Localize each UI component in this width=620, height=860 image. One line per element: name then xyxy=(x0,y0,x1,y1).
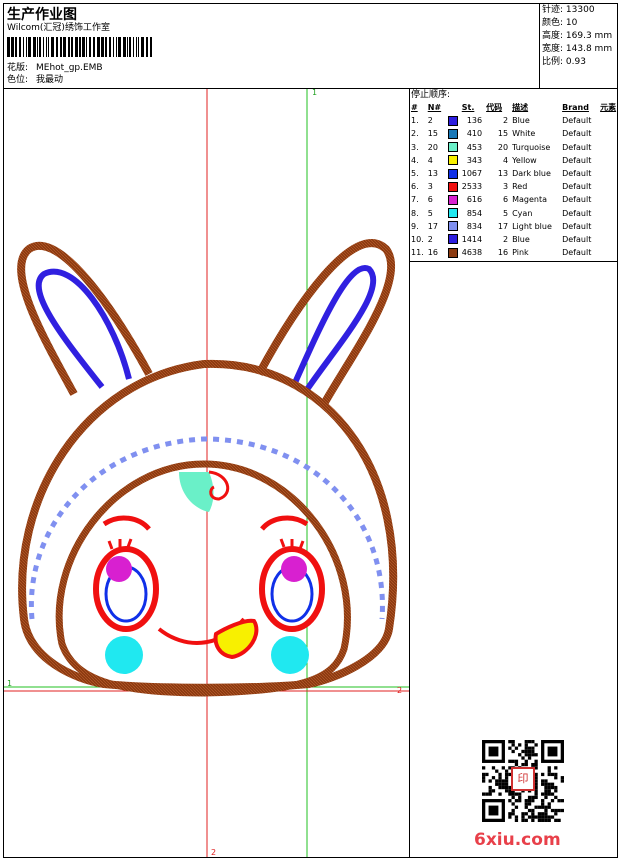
color-swatch xyxy=(447,234,458,245)
forehead-mark xyxy=(179,472,214,512)
table-row: 4. 4 343 4 Yellow Default xyxy=(411,155,592,166)
color-swatch xyxy=(447,247,458,258)
design-file-label: 花版: xyxy=(7,63,29,73)
color-swatch xyxy=(447,128,458,139)
left-cheek xyxy=(105,636,143,674)
right-ear-inner xyxy=(291,265,377,396)
left-eye-pupil xyxy=(106,556,132,582)
qr-seal: 印 xyxy=(511,767,535,791)
table-row: 11. 16 4638 16 Pink Default xyxy=(411,247,592,258)
stat-colors: 颜色: 10 xyxy=(542,18,578,28)
color-swatch xyxy=(447,194,458,205)
table-row: 6. 3 2533 3 Red Default xyxy=(411,181,592,192)
table-row: 9. 17 834 17 Light blue Default xyxy=(411,221,592,232)
software-name: Wilcom(汇冠)绣饰工作室 xyxy=(7,23,110,33)
right-cheek xyxy=(271,636,309,674)
right-eye-pupil xyxy=(281,556,307,582)
barcode xyxy=(7,37,152,57)
page-title: 生产作业图 xyxy=(7,7,77,23)
watermark-6xiu[interactable]: 6xiu.com xyxy=(474,830,561,850)
color-swatch xyxy=(447,115,458,126)
table-row: 7. 6 616 6 Magenta Default xyxy=(411,194,592,205)
color-position-value: 我最动 xyxy=(36,75,64,85)
color-swatch xyxy=(447,221,458,232)
right-eyebrow xyxy=(260,515,309,531)
stat-scale: 比例: 0.93 xyxy=(542,57,586,67)
table-row: 1. 2 136 2 Blue Default xyxy=(411,115,592,126)
color-swatch xyxy=(447,168,458,179)
table-row: 10. 2 1414 2 Blue Default xyxy=(411,234,592,245)
color-swatch xyxy=(447,181,458,192)
embroidery-design: 1 2 1 2 xyxy=(4,89,409,857)
stats-list: 针迹: 13300 颜色: 10 高度: 169.3 mm 宽度: 143.8 … xyxy=(542,5,612,68)
stat-width: 宽度: 143.8 mm xyxy=(542,44,613,54)
color-position-label: 色位: xyxy=(7,75,29,85)
left-ear-inner xyxy=(35,268,132,389)
color-swatch xyxy=(447,142,458,153)
stat-stitches: 针迹: 13300 xyxy=(542,5,595,15)
table-row: 2. 15 410 15 White Default xyxy=(411,128,592,139)
stat-height: 高度: 169.3 mm xyxy=(542,31,613,41)
horizontal-red-guide-label: 2 xyxy=(397,686,402,695)
tongue xyxy=(213,618,259,660)
table-row: 3. 20 453 20 Turquoise Default xyxy=(411,142,592,153)
stop-sequence-table: # N# St. 代码 描述 Brand 元素 1. 2 136 2 Blue Defau… xyxy=(409,101,618,259)
table-row: 5. 13 1067 13 Dark blue Default xyxy=(411,168,592,179)
vertical-red-guide-label: 2 xyxy=(211,848,216,857)
design-file-name: MEhot_gp.EMB xyxy=(36,63,103,73)
color-swatch xyxy=(447,208,458,219)
hood-outline xyxy=(18,359,398,692)
table-row: 8. 5 854 5 Cyan Default xyxy=(411,208,592,219)
table-header-row: # N# St. 代码 描述 Brand 元素 xyxy=(411,103,617,113)
stop-sequence-title: 停止顺序: xyxy=(411,90,451,100)
vertical-green-guide-label: 1 xyxy=(312,89,317,97)
color-swatch xyxy=(447,155,458,166)
horizontal-green-guide-label: 1 xyxy=(7,679,12,688)
left-eyebrow xyxy=(102,515,151,531)
